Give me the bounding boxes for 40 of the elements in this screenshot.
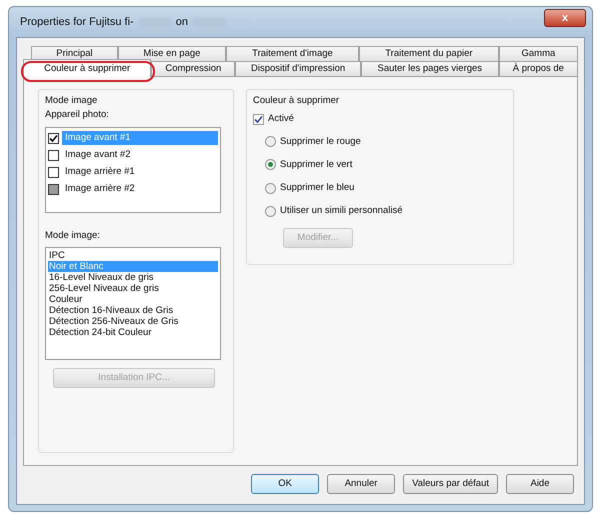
field-label: Mode image: <box>45 228 101 242</box>
radio-label: Supprimer le rouge <box>280 134 361 148</box>
tab[interactable]: Compression <box>151 61 236 76</box>
tab[interactable]: Traitement du papier <box>359 46 499 61</box>
list-item[interactable]: Image avant #2 <box>62 148 134 162</box>
tab[interactable]: Dispositif d'impression <box>235 61 361 76</box>
checkbox[interactable] <box>48 150 59 160</box>
list-item[interactable]: 256-Level Niveaux de gris <box>48 282 218 294</box>
radio-label: Supprimer le bleu <box>280 181 354 195</box>
list-item[interactable]: Détection 16-Niveaux de Gris <box>48 304 218 316</box>
radio-label: Supprimer le vert <box>280 158 352 172</box>
list-item[interactable]: 16-Level Niveaux de gris <box>48 272 218 283</box>
window-title: on <box>176 14 188 30</box>
checkbox[interactable] <box>253 114 264 125</box>
tab[interactable]: À propos de <box>498 61 578 76</box>
radio-button[interactable] <box>265 136 276 148</box>
dialog-button[interactable]: Annuler <box>327 474 396 494</box>
dialog-button[interactable]: Aide <box>506 474 574 494</box>
dialog-button[interactable]: Valeurs par défaut <box>403 474 498 494</box>
checkbox-label: Activé <box>268 112 294 126</box>
list-item[interactable]: IPC <box>48 250 218 261</box>
window-title: Properties for Fujitsu fi- <box>20 14 134 30</box>
dialog-button[interactable]: OK <box>251 474 320 494</box>
tab[interactable]: Sauter les pages vierges <box>360 61 499 76</box>
tab[interactable]: Gamma <box>498 46 578 61</box>
list-item[interactable]: Détection 24-bit Couleur <box>48 326 218 338</box>
group-title: Couleur à supprimer <box>253 94 340 108</box>
radio-button[interactable] <box>265 182 276 194</box>
group-title: Mode image <box>45 94 98 108</box>
list-item[interactable]: Image arrière #1 <box>62 164 138 180</box>
field-label: Appareil photo: <box>45 108 110 122</box>
radio-button[interactable] <box>265 206 276 217</box>
tab[interactable]: Traitement d'image <box>226 46 359 61</box>
radio-button[interactable] <box>265 159 276 170</box>
list-item[interactable]: Détection 256-Niveaux de Gris <box>48 316 218 327</box>
radio-label: Utiliser un simili personnalisé <box>280 204 402 218</box>
tab[interactable]: Mise en page <box>118 46 226 61</box>
checkbox[interactable] <box>48 166 59 178</box>
list-item[interactable]: Couleur <box>48 294 218 305</box>
checkbox[interactable] <box>48 132 59 144</box>
